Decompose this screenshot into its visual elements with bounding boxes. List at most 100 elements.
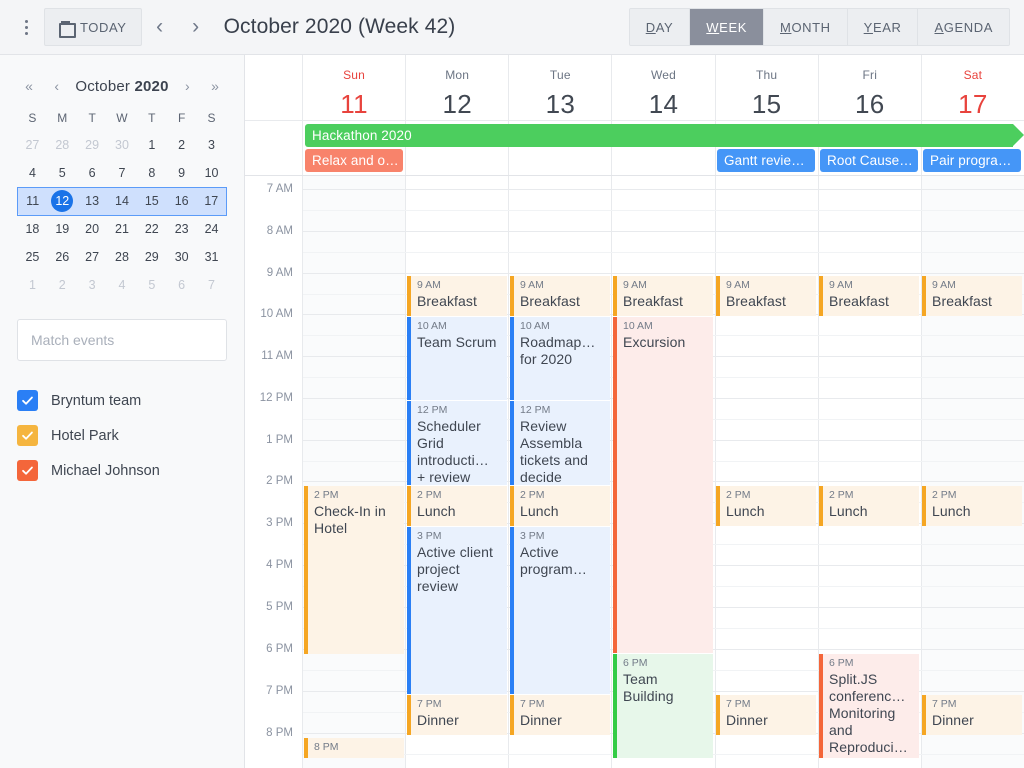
- mini-day-cell[interactable]: 18: [18, 215, 48, 243]
- mini-day-cell[interactable]: 20: [77, 215, 107, 243]
- time-grid-body[interactable]: 2 PM Check-In in Hotel 8 PM 9 AM Breakfast 10…: [303, 176, 1024, 768]
- mini-day-cell[interactable]: 9: [167, 159, 197, 187]
- mini-day-cell[interactable]: 31: [197, 243, 227, 271]
- calendar-event[interactable]: 7 PM Dinner: [715, 695, 816, 735]
- filter-row[interactable]: Michael Johnson: [17, 453, 227, 488]
- calendar-event[interactable]: 2 PM Check-In in Hotel: [304, 486, 404, 654]
- calendar-event[interactable]: 2 PM Lunch: [819, 486, 919, 526]
- previous-period-button[interactable]: ‹: [142, 7, 178, 47]
- mini-day-cell[interactable]: 23: [167, 215, 197, 243]
- calendar-event[interactable]: 12 PM Review Assembla tickets and decide: [509, 401, 610, 485]
- mini-day-cell[interactable]: 13: [77, 186, 108, 216]
- mini-day-cell[interactable]: 24: [197, 215, 227, 243]
- filter-checkbox[interactable]: [17, 390, 38, 411]
- day-header-wed[interactable]: Wed 14: [612, 55, 716, 120]
- mini-day-cell[interactable]: 21: [107, 215, 137, 243]
- calendar-event[interactable]: 2 PM Lunch: [406, 486, 507, 526]
- mini-day-cell[interactable]: 14: [107, 186, 137, 216]
- today-button[interactable]: TODAY: [44, 8, 142, 46]
- calendar-event[interactable]: 10 AM Excursion: [613, 317, 713, 653]
- calendar-event[interactable]: 3 PM Active program…: [509, 527, 610, 694]
- mini-day-cell[interactable]: 7: [107, 159, 137, 187]
- day-header-sun[interactable]: Sun 11: [303, 55, 407, 120]
- all-day-event[interactable]: Pair progra…: [923, 149, 1021, 172]
- mini-day-cell[interactable]: 12: [47, 186, 78, 216]
- calendar-event[interactable]: 7 PM Dinner: [406, 695, 507, 735]
- mini-day-cell[interactable]: 2: [167, 131, 197, 159]
- calendar-event[interactable]: 2 PM Lunch: [922, 486, 1022, 526]
- view-button-week[interactable]: W EEK: [690, 9, 764, 45]
- calendar-event[interactable]: 7 PM Dinner: [509, 695, 610, 735]
- mini-week-row[interactable]: 11 12 13 14 15 16 17: [17, 186, 227, 216]
- day-header-mon[interactable]: Mon 12: [406, 55, 510, 120]
- mini-day-cell[interactable]: 4: [107, 271, 137, 299]
- calendar-event[interactable]: 7 PM Dinner: [922, 695, 1022, 735]
- mini-day-cell[interactable]: 11: [17, 186, 48, 216]
- mini-day-cell[interactable]: 28: [107, 243, 137, 271]
- mini-prev-year-button[interactable]: «: [20, 78, 38, 94]
- calendar-event[interactable]: 6 PM Split.JS conferenc… Monitoring and R…: [819, 654, 919, 758]
- calendar-event[interactable]: 9 AM Breakfast: [715, 276, 816, 316]
- mini-day-cell[interactable]: 10: [197, 159, 227, 187]
- calendar-event[interactable]: 3 PM Active client project review: [406, 527, 507, 694]
- calendar-event[interactable]: 9 AM Breakfast: [509, 276, 610, 316]
- day-header-fri[interactable]: Fri 16: [818, 55, 922, 120]
- day-header-sat[interactable]: Sat 17: [921, 55, 1024, 120]
- calendar-event[interactable]: 9 AM Breakfast: [819, 276, 919, 316]
- calendar-event[interactable]: 6 PM Team Building: [613, 654, 713, 758]
- mini-day-cell[interactable]: 19: [47, 215, 77, 243]
- day-header-tue[interactable]: Tue 13: [509, 55, 613, 120]
- calendar-event[interactable]: 10 AM Team Scrum: [406, 317, 507, 400]
- all-day-event[interactable]: Root Cause…: [820, 149, 918, 172]
- calendar-event[interactable]: 8 PM: [304, 738, 404, 758]
- search-input[interactable]: [17, 319, 227, 361]
- mini-day-cell[interactable]: 17: [196, 186, 227, 216]
- all-day-event[interactable]: Relax and o…: [305, 149, 403, 172]
- calendar-event[interactable]: 9 AM Breakfast: [613, 276, 713, 316]
- filter-row[interactable]: Hotel Park: [17, 418, 227, 453]
- filter-checkbox[interactable]: [17, 425, 38, 446]
- calendar-event[interactable]: 9 AM Breakfast: [406, 276, 507, 316]
- all-day-event[interactable]: Gantt revie…: [716, 149, 815, 172]
- mini-day-cell[interactable]: 22: [137, 215, 167, 243]
- mini-day-cell[interactable]: 30: [167, 243, 197, 271]
- calendar-event[interactable]: 2 PM Lunch: [509, 486, 610, 526]
- mini-week-row[interactable]: 27 28 29 30 1 2 3: [18, 131, 227, 159]
- calendar-event[interactable]: 10 AM Roadmap… for 2020: [509, 317, 610, 400]
- mini-next-year-button[interactable]: »: [206, 78, 224, 94]
- mini-day-cell[interactable]: 25: [18, 243, 48, 271]
- mini-day-cell[interactable]: 1: [18, 271, 48, 299]
- mini-day-cell[interactable]: 27: [18, 131, 48, 159]
- mini-day-cell[interactable]: 29: [77, 131, 107, 159]
- mini-day-cell[interactable]: 6: [77, 159, 107, 187]
- mini-day-cell[interactable]: 8: [137, 159, 167, 187]
- mini-day-cell[interactable]: 5: [137, 271, 167, 299]
- mini-prev-month-button[interactable]: ‹: [48, 78, 66, 94]
- calendar-event[interactable]: 9 AM Breakfast: [922, 276, 1022, 316]
- mini-day-cell[interactable]: 16: [166, 186, 197, 216]
- mini-day-cell[interactable]: 5: [47, 159, 77, 187]
- mini-day-cell[interactable]: 27: [77, 243, 107, 271]
- mini-day-cell[interactable]: 29: [137, 243, 167, 271]
- calendar-event[interactable]: 2 PM Lunch: [715, 486, 816, 526]
- filter-checkbox[interactable]: [17, 460, 38, 481]
- filter-row[interactable]: Bryntum team: [17, 383, 227, 418]
- view-button-year[interactable]: Y EAR: [847, 9, 919, 45]
- mini-day-cell[interactable]: 26: [47, 243, 77, 271]
- view-button-month[interactable]: M ONTH: [764, 9, 848, 45]
- mini-week-row[interactable]: 1 2 3 4 5 6 7: [18, 271, 227, 299]
- mini-day-cell[interactable]: 15: [136, 186, 167, 216]
- all-day-event[interactable]: Hackathon 2020: [305, 124, 1013, 147]
- view-button-agenda[interactable]: A GENDA: [918, 9, 1009, 45]
- mini-day-cell[interactable]: 28: [47, 131, 77, 159]
- day-header-thu[interactable]: Thu 15: [715, 55, 819, 120]
- mini-day-cell[interactable]: 7: [197, 271, 227, 299]
- mini-day-cell[interactable]: 3: [197, 131, 227, 159]
- mini-day-cell[interactable]: 4: [18, 159, 48, 187]
- mini-day-cell[interactable]: 30: [107, 131, 137, 159]
- mini-week-row[interactable]: 18 19 20 21 22 23 24: [18, 215, 227, 243]
- mini-day-cell[interactable]: 1: [137, 131, 167, 159]
- mini-day-cell[interactable]: 3: [77, 271, 107, 299]
- next-period-button[interactable]: ›: [178, 7, 214, 47]
- time-grid[interactable]: 7 AM 8 AM 9 AM 10 AM 11 AM 12 PM 1 PM 2 PM 3 PM 4…: [245, 176, 1024, 768]
